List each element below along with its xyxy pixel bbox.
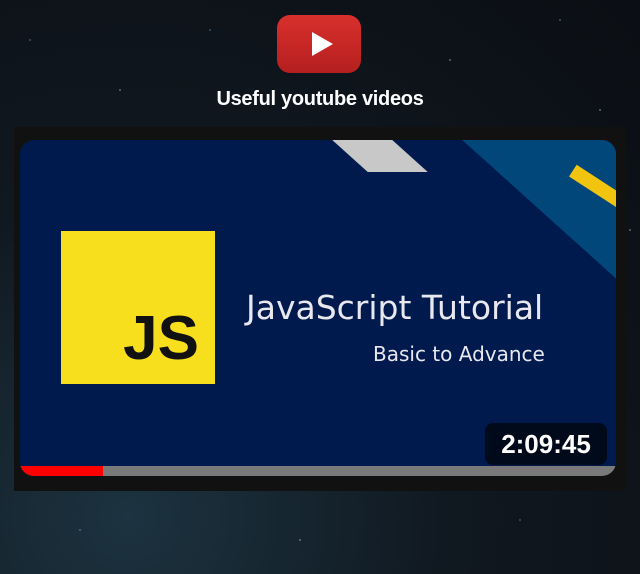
video-thumbnail[interactable]: JS JavaScript Tutorial Basic to Advance … — [20, 140, 616, 476]
youtube-play-icon[interactable] — [277, 15, 361, 73]
thumbnail-title: JavaScript Tutorial — [246, 288, 544, 327]
progress-fill — [20, 466, 104, 476]
page-title: Useful youtube videos — [216, 88, 424, 110]
js-logo-text: JS — [123, 304, 199, 373]
progress-bar[interactable] — [20, 466, 616, 476]
video-card[interactable]: JS JavaScript Tutorial Basic to Advance … — [14, 127, 626, 491]
js-logo: JS — [61, 231, 215, 384]
decorative-stripe — [332, 140, 428, 172]
thumbnail-subtitle: Basic to Advance — [373, 342, 545, 366]
duration-badge: 2:09:45 — [485, 423, 607, 465]
